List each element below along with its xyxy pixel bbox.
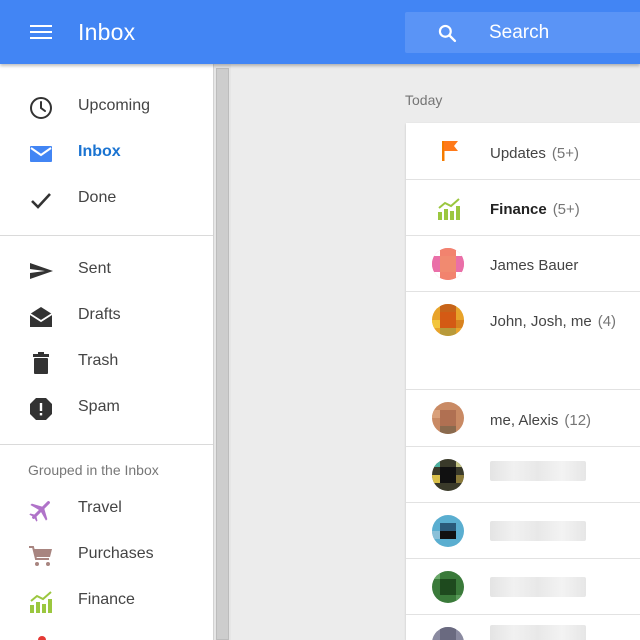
search-icon <box>438 24 457 43</box>
section-label-today: Today <box>405 92 443 108</box>
clock-icon <box>30 97 52 119</box>
sidebar: Upcoming Inbox Done Sent Drafts Trash Sp… <box>0 64 213 640</box>
list-item[interactable]: James Bauer <box>406 236 640 292</box>
sidebar-item-sent[interactable]: Sent <box>0 248 213 292</box>
sidebar-item-more-peek <box>38 636 46 640</box>
avatar <box>432 459 464 491</box>
row-label: James Bauer <box>490 257 579 274</box>
sidebar-item-label: Purchases <box>78 545 154 562</box>
list-item[interactable]: me, Alexis (12) <box>406 390 640 447</box>
sidebar-item-purchases[interactable]: Purchases <box>0 533 213 577</box>
blurred-sender <box>490 625 586 640</box>
avatar <box>432 627 464 640</box>
sidebar-item-drafts[interactable]: Drafts <box>0 294 213 338</box>
row-label: Updates (5+) <box>490 145 579 162</box>
sidebar-divider <box>0 444 213 445</box>
app-header: Inbox Search <box>0 0 640 64</box>
sidebar-item-inbox[interactable]: Inbox <box>0 131 213 175</box>
trash-icon <box>33 352 49 374</box>
sidebar-item-label: Inbox <box>78 143 121 160</box>
sidebar-item-label: Travel <box>78 499 122 516</box>
list-item[interactable] <box>406 615 640 640</box>
avatar <box>432 402 464 434</box>
sidebar-item-trash[interactable]: Trash <box>0 340 213 384</box>
avatar <box>432 304 464 336</box>
sidebar-item-label: Finance <box>78 591 135 608</box>
row-label: John, Josh, me (4) <box>490 313 617 330</box>
sidebar-item-label: Trash <box>78 352 119 369</box>
search-input[interactable]: Search <box>405 12 640 53</box>
checkmark-icon <box>31 193 51 209</box>
sidebar-divider <box>0 235 213 236</box>
list-item[interactable] <box>406 503 640 559</box>
row-label: me, Alexis (12) <box>490 412 592 429</box>
sidebar-item-label: Spam <box>78 398 120 415</box>
list-item[interactable] <box>406 559 640 615</box>
sidebar-item-finance[interactable]: Finance <box>0 579 213 623</box>
blurred-sender <box>490 577 586 597</box>
message-list: Updates (5+) Finance (5+) James Bauer Jo… <box>406 123 640 640</box>
hamburger-menu-icon[interactable] <box>20 20 62 46</box>
avatar <box>432 515 464 547</box>
sidebar-item-spam[interactable]: Spam <box>0 386 213 430</box>
avatar <box>432 571 464 603</box>
sidebar-item-upcoming[interactable]: Upcoming <box>0 85 213 129</box>
list-item[interactable]: John, Josh, me (4) <box>406 292 640 390</box>
scrollbar-thumb[interactable] <box>216 68 229 640</box>
sidebar-item-label: Upcoming <box>78 97 151 114</box>
finance-chart-icon <box>438 198 460 220</box>
sidebar-item-done[interactable]: Done <box>0 177 213 221</box>
row-label: Finance (5+) <box>490 201 580 218</box>
sidebar-item-label: Drafts <box>78 306 121 323</box>
blurred-sender <box>490 461 586 481</box>
send-icon <box>30 263 53 279</box>
spam-icon <box>30 398 52 420</box>
envelope-icon <box>30 146 52 162</box>
flag-icon <box>442 141 458 161</box>
drafts-icon <box>29 307 53 327</box>
cart-icon <box>29 546 52 566</box>
list-item[interactable]: Finance (5+) <box>406 180 640 236</box>
group-heading: Grouped in the Inbox <box>28 462 159 478</box>
list-item[interactable] <box>406 447 640 503</box>
list-item[interactable]: Updates (5+) <box>406 123 640 180</box>
sidebar-item-travel[interactable]: Travel <box>0 487 213 531</box>
avatar <box>432 248 464 280</box>
sidebar-scrollbar[interactable] <box>213 64 231 640</box>
sidebar-item-label: Sent <box>78 260 111 277</box>
airplane-icon <box>29 501 50 522</box>
search-placeholder: Search <box>489 22 550 43</box>
finance-chart-icon <box>30 591 52 613</box>
blurred-sender <box>490 521 586 541</box>
sidebar-item-label: Done <box>78 189 117 206</box>
page-title: Inbox <box>78 19 136 45</box>
